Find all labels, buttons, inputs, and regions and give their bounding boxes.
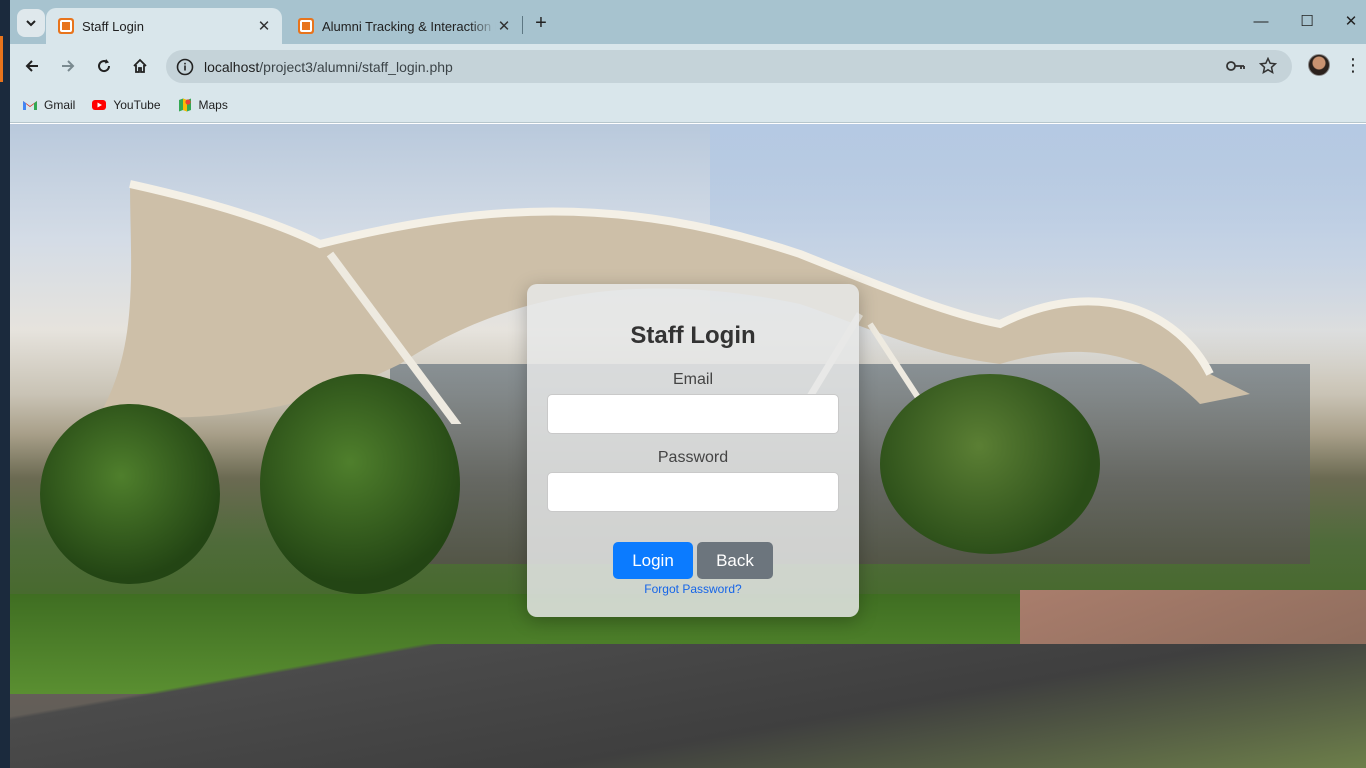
tree xyxy=(40,404,220,584)
taskbar-accent xyxy=(0,36,3,82)
bookmark-gmail[interactable]: Gmail xyxy=(22,97,75,113)
star-icon xyxy=(1259,57,1277,75)
tab-title: Staff Login xyxy=(82,18,144,34)
back-button[interactable]: Back xyxy=(697,542,773,579)
back-nav-button[interactable] xyxy=(16,50,48,82)
page-background: Staff Login Email Password Login Back Fo… xyxy=(10,124,1366,768)
forgot-password-link[interactable]: Forgot Password? xyxy=(527,582,859,596)
maps-icon xyxy=(178,98,191,112)
bookmark-star-button[interactable] xyxy=(1254,52,1282,80)
menu-kebab-icon[interactable]: ⋮ xyxy=(1344,54,1362,76)
maximize-button[interactable]: ☐ xyxy=(1284,8,1330,36)
tab-strip: Staff Login ✕ Alumni Tracking & Interact… xyxy=(10,0,1366,44)
login-title: Staff Login xyxy=(630,322,756,349)
bookmark-maps[interactable]: Maps xyxy=(177,97,228,113)
forward-nav-button[interactable] xyxy=(52,50,84,82)
xampp-favicon-icon xyxy=(298,18,314,34)
xampp-favicon-icon xyxy=(58,18,74,34)
url-text: localhost/project3/alumni/staff_login.ph… xyxy=(204,59,453,75)
key-icon xyxy=(1226,61,1245,71)
browser-toolbar: localhost/project3/alumni/staff_login.ph… xyxy=(10,44,1366,88)
tab-alumni-tracking[interactable]: Alumni Tracking & Interaction P ✕ xyxy=(286,8,522,44)
email-field[interactable] xyxy=(547,394,839,434)
url-path: /project3/alumni/staff_login.php xyxy=(259,58,453,75)
bookmark-label: Gmail xyxy=(44,98,76,112)
road xyxy=(10,644,1366,768)
password-field[interactable] xyxy=(547,472,839,512)
address-bar[interactable]: localhost/project3/alumni/staff_login.ph… xyxy=(166,50,1292,83)
bookmark-youtube[interactable]: YouTube xyxy=(91,97,161,113)
minimize-button[interactable]: — xyxy=(1238,8,1284,36)
arrow-left-icon xyxy=(25,60,38,72)
arrow-right-icon xyxy=(62,60,75,72)
tab-title: Alumni Tracking & Interaction P xyxy=(322,18,496,34)
gmail-icon xyxy=(23,101,37,110)
youtube-icon xyxy=(92,100,107,110)
tab-search-button[interactable] xyxy=(17,9,45,37)
browser-window: Staff Login ✕ Alumni Tracking & Interact… xyxy=(10,0,1366,768)
email-label: Email xyxy=(672,371,713,388)
palm-trees xyxy=(880,374,1100,554)
login-card: Staff Login Email Password Login Back Fo… xyxy=(527,284,859,617)
chevron-down-icon xyxy=(26,20,36,27)
site-info-icon[interactable] xyxy=(176,58,194,76)
close-tab-icon[interactable]: ✕ xyxy=(256,17,272,35)
home-icon xyxy=(133,58,147,73)
profile-avatar[interactable] xyxy=(1308,54,1330,76)
login-button[interactable]: Login xyxy=(613,542,693,579)
reload-icon xyxy=(98,59,111,73)
close-window-button[interactable]: ✕ xyxy=(1328,8,1366,36)
close-tab-icon[interactable]: ✕ xyxy=(496,17,512,35)
reload-button[interactable] xyxy=(88,50,120,82)
desktop-edge xyxy=(0,0,10,768)
tree xyxy=(260,374,460,594)
bookmark-label: Maps xyxy=(198,98,228,112)
password-label: Password xyxy=(657,449,729,466)
new-tab-button[interactable]: + xyxy=(528,10,554,36)
bookmark-label: YouTube xyxy=(113,98,161,112)
url-host: localhost xyxy=(204,58,260,75)
tab-separator xyxy=(522,16,523,34)
password-key-button[interactable] xyxy=(1222,52,1250,80)
home-button[interactable] xyxy=(124,50,156,82)
tab-staff-login[interactable]: Staff Login ✕ xyxy=(46,8,282,44)
bookmarks-bar: Gmail YouTube Maps xyxy=(10,88,1366,123)
